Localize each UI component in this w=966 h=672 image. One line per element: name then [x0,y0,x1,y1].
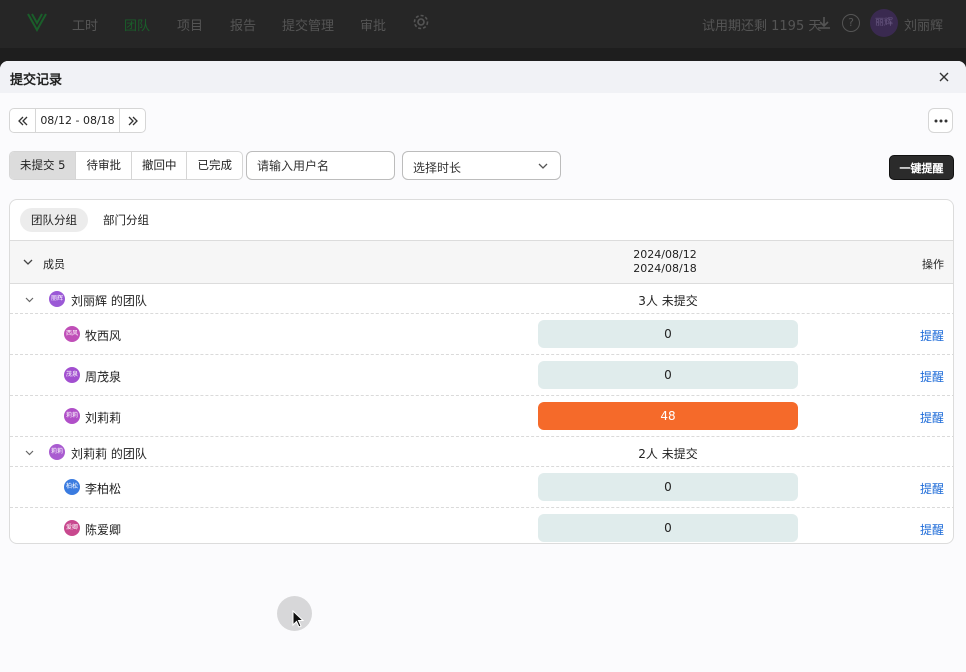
tab-withdrawing[interactable]: 撤回中 [132,152,188,179]
user-avatar[interactable]: 丽辉 [870,9,898,37]
trial-remaining-text: 试用期还剩 1195 天 [702,19,822,34]
member-name: 陈爱卿 [85,523,122,537]
member-name: 刘莉莉 [85,411,122,425]
chevron-down-icon[interactable] [24,447,35,458]
member-avatar: 莉莉 [64,408,80,424]
duration-select[interactable]: 选择时长 [402,151,561,180]
table-row: 柏松 李柏松 0 提醒 [10,467,953,508]
help-icon[interactable]: ? [842,14,860,32]
prev-week-button[interactable] [10,109,35,132]
table-row: 西风 牧西风 0 提醒 [10,314,953,355]
column-header-date: 2024/08/12 2024/08/18 [590,248,740,276]
column-header-date-start: 2024/08/12 [633,248,697,261]
status-tabs: 未提交 5 待审批 撤回中 已完成 [9,151,243,180]
remind-all-button[interactable]: 一键提醒 [889,155,954,180]
gear-icon[interactable] [412,13,430,31]
grouping-tabs: 团队分组 部门分组 [20,208,164,232]
table-row: 茂泉 周茂泉 0 提醒 [10,355,953,396]
remind-link[interactable]: 提醒 [920,368,944,385]
remind-link[interactable]: 提醒 [920,480,944,497]
tab-department-group[interactable]: 部门分组 [92,208,160,232]
table-row: 莉莉 刘莉莉 48 提醒 [10,396,953,437]
unsubmitted-count: 0 [538,473,798,501]
modal-header: 提交记录 [0,61,966,93]
tab-pending-approval[interactable]: 待审批 [76,152,132,179]
member-name: 李柏松 [85,482,122,496]
tab-completed[interactable]: 已完成 [187,152,242,179]
duration-placeholder: 选择时长 [413,161,462,175]
logo-icon[interactable] [26,11,48,33]
tab-team-group[interactable]: 团队分组 [20,208,88,232]
more-options-button[interactable] [928,108,953,133]
submission-table-card: 团队分组 部门分组 成员 2024/08/12 2024/08/18 操作 丽辉… [9,199,954,544]
download-icon[interactable] [816,15,832,31]
member-avatar: 茂泉 [64,367,80,383]
remind-link[interactable]: 提醒 [920,409,944,426]
double-chevron-right-icon [128,116,138,125]
member-name: 牧西风 [85,329,122,343]
nav-item-approval[interactable]: 审批 [360,15,386,34]
group-avatar: 丽辉 [49,291,65,307]
next-week-button[interactable] [120,109,145,132]
unsubmitted-count: 0 [538,361,798,389]
group-name: 刘莉莉 的团队 [71,447,147,461]
group-row[interactable]: 丽辉 刘丽辉 的团队 3人 未提交 [10,284,953,314]
unsubmitted-count: 48 [538,402,798,430]
nav-item-project[interactable]: 项目 [177,15,203,34]
column-header-date-end: 2024/08/18 [633,262,697,275]
unsubmitted-count: 0 [538,514,798,542]
tab-unsubmitted[interactable]: 未提交 5 [10,152,77,179]
collapse-all-icon[interactable] [22,256,34,268]
remind-link[interactable]: 提醒 [920,521,944,538]
remind-link[interactable]: 提醒 [920,327,944,344]
submission-records-modal: 提交记录 08/12 - 08/18 未提交 5 待审批 撤回中 已完成 选择时… [0,61,966,672]
table-header: 成员 2024/08/12 2024/08/18 操作 [10,240,953,284]
nav-item-hours[interactable]: 工时 [72,15,98,34]
mouse-pointer-icon [292,610,305,628]
group-avatar: 莉莉 [49,444,65,460]
member-name: 周茂泉 [85,370,122,384]
username-search-input[interactable] [246,151,395,180]
date-range-label[interactable]: 08/12 - 08/18 [35,109,120,132]
group-summary: 3人 未提交 [638,294,698,308]
nav-item-report[interactable]: 报告 [230,15,256,34]
chevron-down-icon [538,163,548,169]
close-icon[interactable] [936,69,952,85]
member-avatar: 爱卿 [64,520,80,536]
nav-item-team[interactable]: 团队 [124,15,150,34]
table-row: 爱卿 陈爱卿 0 提醒 [10,508,953,543]
chevron-down-icon[interactable] [24,294,35,305]
column-header-operation: 操作 [922,258,944,271]
group-row[interactable]: 莉莉 刘莉莉 的团队 2人 未提交 [10,437,953,467]
unsubmitted-count: 0 [538,320,798,348]
double-chevron-left-icon [17,116,27,125]
modal-title: 提交记录 [10,73,63,88]
date-range-navigator: 08/12 - 08/18 [9,108,146,133]
top-nav: 工时 团队 项目 报告 提交管理 审批 试用期还剩 1195 天 ? 丽辉 刘丽… [0,0,966,48]
member-avatar: 西风 [64,326,80,342]
more-dots-icon [934,119,947,122]
nav-item-submission[interactable]: 提交管理 [282,15,334,34]
member-avatar: 柏松 [64,479,80,495]
group-name: 刘丽辉 的团队 [71,294,147,308]
group-summary: 2人 未提交 [638,447,698,461]
column-header-member: 成员 [43,258,65,271]
user-name[interactable]: 刘丽辉 [904,15,943,34]
